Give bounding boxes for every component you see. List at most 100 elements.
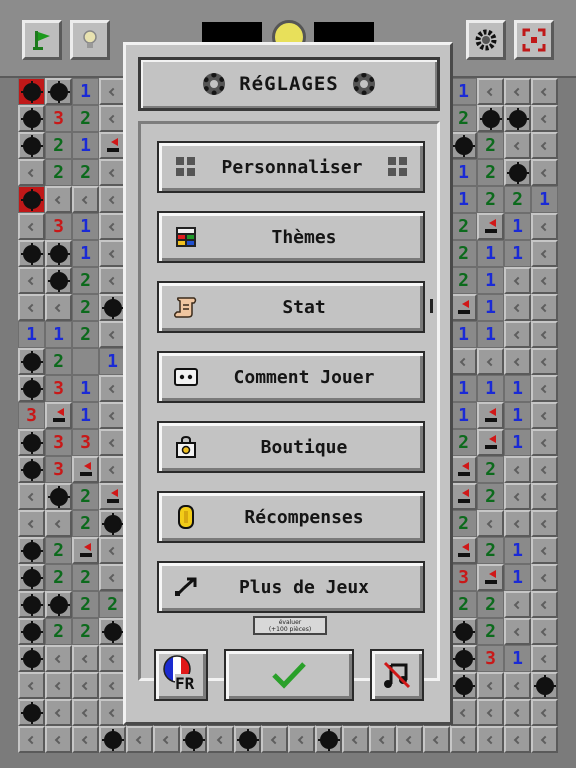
board-cell[interactable]	[180, 726, 207, 753]
board-cell[interactable]: 3	[45, 375, 72, 402]
board-cell[interactable]	[531, 348, 558, 375]
board-cell[interactable]: 2	[477, 132, 504, 159]
board-cell[interactable]	[72, 186, 99, 213]
board-cell[interactable]	[450, 348, 477, 375]
board-cell[interactable]	[504, 159, 531, 186]
board-cell[interactable]	[18, 78, 45, 105]
board-cell[interactable]	[18, 456, 45, 483]
board-cell[interactable]	[99, 78, 126, 105]
board-cell[interactable]: 2	[45, 159, 72, 186]
board-cell[interactable]	[531, 240, 558, 267]
board-cell[interactable]: 2	[477, 159, 504, 186]
settings-button[interactable]	[466, 20, 506, 60]
board-cell[interactable]: 1	[72, 240, 99, 267]
board-cell[interactable]: 1	[72, 213, 99, 240]
board-cell[interactable]: 2	[72, 483, 99, 510]
board-cell[interactable]: 2	[477, 537, 504, 564]
board-cell[interactable]	[45, 483, 72, 510]
board-cell[interactable]	[18, 213, 45, 240]
board-cell[interactable]: 3	[72, 429, 99, 456]
board-cell[interactable]: 3	[450, 564, 477, 591]
language-button[interactable]: FR	[154, 649, 208, 701]
board-cell[interactable]	[531, 294, 558, 321]
board-cell[interactable]	[234, 726, 261, 753]
board-cell[interactable]	[531, 429, 558, 456]
board-cell[interactable]	[288, 726, 315, 753]
board-cell[interactable]	[531, 78, 558, 105]
board-cell[interactable]	[72, 645, 99, 672]
board-cell[interactable]	[504, 456, 531, 483]
board-cell[interactable]	[18, 645, 45, 672]
board-cell[interactable]	[18, 132, 45, 159]
board-cell[interactable]: 1	[504, 375, 531, 402]
board-cell[interactable]: 2	[72, 618, 99, 645]
board-cell[interactable]	[396, 726, 423, 753]
board-cell[interactable]: 2	[72, 591, 99, 618]
board-cell[interactable]	[342, 726, 369, 753]
board-cell[interactable]	[477, 564, 504, 591]
board-cell[interactable]	[450, 726, 477, 753]
board-cell[interactable]	[99, 213, 126, 240]
board-cell[interactable]	[504, 726, 531, 753]
board-cell[interactable]: 3	[45, 105, 72, 132]
board-cell[interactable]	[450, 699, 477, 726]
board-cell[interactable]	[450, 672, 477, 699]
board-cell[interactable]	[99, 564, 126, 591]
board-cell[interactable]	[18, 699, 45, 726]
board-cell[interactable]: 1	[450, 402, 477, 429]
board-cell[interactable]	[99, 321, 126, 348]
board-cell[interactable]: 2	[450, 105, 477, 132]
board-cell[interactable]: 2	[450, 213, 477, 240]
board-cell[interactable]	[207, 726, 234, 753]
shop-button[interactable]: Boutique	[157, 421, 425, 473]
board-cell[interactable]	[99, 672, 126, 699]
board-cell[interactable]: 2	[72, 321, 99, 348]
scrollbar[interactable]	[430, 299, 433, 313]
board-cell[interactable]	[99, 456, 126, 483]
board-cell[interactable]	[504, 78, 531, 105]
board-cell[interactable]: 1	[72, 402, 99, 429]
board-cell[interactable]	[99, 267, 126, 294]
music-toggle-button[interactable]	[370, 649, 424, 701]
board-cell[interactable]	[477, 510, 504, 537]
board-cell[interactable]	[315, 726, 342, 753]
board-cell[interactable]	[18, 105, 45, 132]
board-cell[interactable]	[504, 591, 531, 618]
board-cell[interactable]	[477, 672, 504, 699]
board-cell[interactable]	[477, 105, 504, 132]
board-cell[interactable]	[126, 726, 153, 753]
board-cell[interactable]: 2	[477, 456, 504, 483]
board-cell[interactable]: 3	[45, 456, 72, 483]
board-cell[interactable]	[531, 726, 558, 753]
board-cell[interactable]	[99, 483, 126, 510]
board-cell[interactable]: 2	[450, 591, 477, 618]
board-cell[interactable]	[99, 375, 126, 402]
board-cell[interactable]: 1	[450, 159, 477, 186]
board-cell[interactable]	[45, 240, 72, 267]
board-cell[interactable]	[99, 186, 126, 213]
board-cell[interactable]	[18, 348, 45, 375]
board-cell[interactable]	[450, 537, 477, 564]
board-cell[interactable]	[18, 591, 45, 618]
board-cell[interactable]: 2	[45, 132, 72, 159]
board-cell[interactable]	[18, 294, 45, 321]
board-cell[interactable]	[18, 537, 45, 564]
board-cell[interactable]: 2	[477, 591, 504, 618]
board-cell[interactable]	[18, 429, 45, 456]
board-cell[interactable]: 1	[72, 78, 99, 105]
board-cell[interactable]	[99, 105, 126, 132]
board-cell[interactable]	[18, 672, 45, 699]
board-cell[interactable]	[99, 159, 126, 186]
board-cell[interactable]	[99, 429, 126, 456]
board-cell[interactable]	[504, 105, 531, 132]
board-cell[interactable]: 1	[504, 645, 531, 672]
board-cell[interactable]	[45, 186, 72, 213]
board-cell[interactable]: 1	[504, 429, 531, 456]
board-cell[interactable]	[531, 564, 558, 591]
board-cell[interactable]: 2	[72, 105, 99, 132]
board-cell[interactable]	[45, 699, 72, 726]
hint-button[interactable]	[70, 20, 110, 60]
board-cell[interactable]: 1	[99, 348, 126, 375]
board-cell[interactable]	[423, 726, 450, 753]
board-cell[interactable]	[450, 132, 477, 159]
